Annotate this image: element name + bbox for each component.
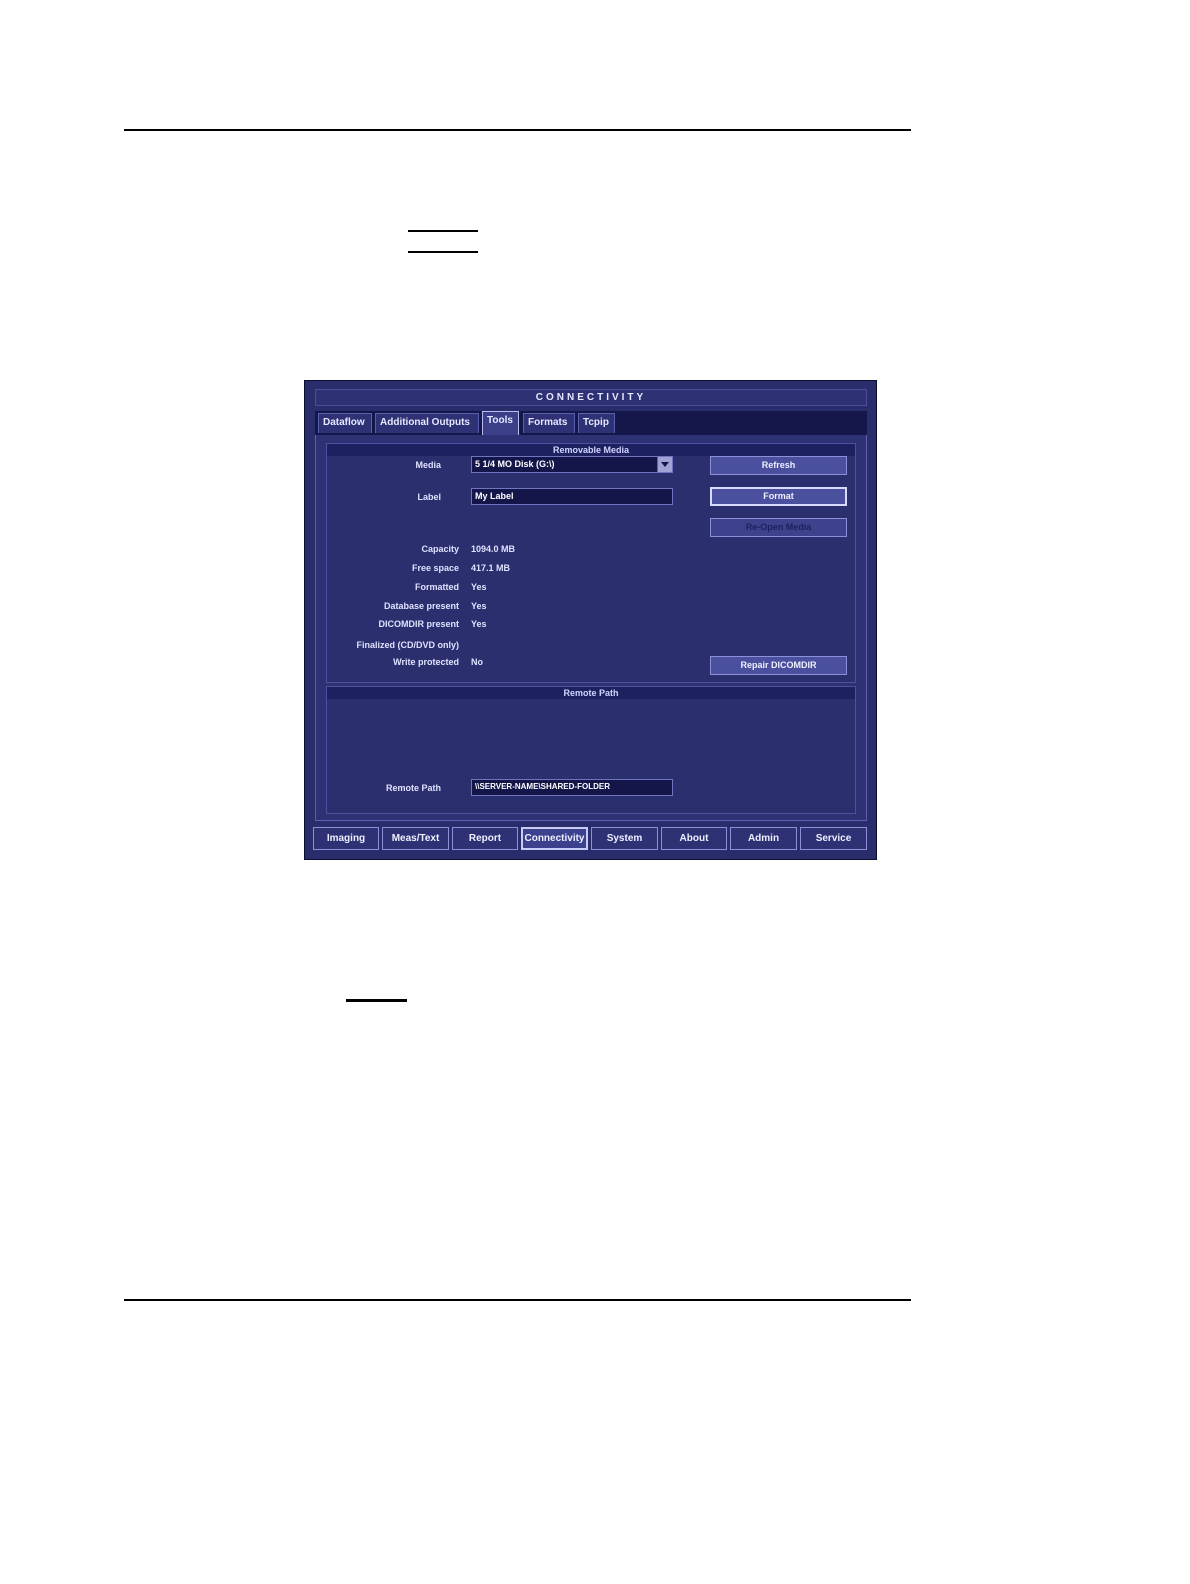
connectivity-screenshot: CONNECTIVITY Dataflow Additional Outputs… bbox=[304, 380, 877, 860]
tab-tools[interactable]: Tools bbox=[482, 411, 519, 435]
tab-strip: Dataflow Additional Outputs Tools Format… bbox=[315, 411, 867, 435]
media-dropdown[interactable]: 5 1/4 MO Disk (G:\) bbox=[471, 456, 673, 473]
chevron-down-icon[interactable] bbox=[657, 457, 672, 472]
remote-path-input[interactable]: \\SERVER-NAME\SHARED-FOLDER bbox=[471, 779, 673, 796]
info-value: 1094.0 MB bbox=[471, 544, 516, 554]
nav-about[interactable]: About bbox=[661, 827, 727, 850]
info-label: Write protected bbox=[393, 657, 459, 667]
repair-dicomdir-button[interactable]: Repair DICOMDIR bbox=[710, 656, 847, 675]
refresh-button[interactable]: Refresh bbox=[710, 456, 847, 475]
underline-mark-1 bbox=[408, 230, 478, 232]
removable-media-group: Removable Media Media 5 1/4 MO Disk (G:\… bbox=[326, 443, 856, 683]
info-value: No bbox=[471, 657, 483, 667]
info-label: DICOMDIR present bbox=[378, 619, 459, 629]
tab-formats[interactable]: Formats bbox=[523, 413, 575, 433]
tab-dataflow[interactable]: Dataflow bbox=[318, 413, 372, 433]
tab-tcpip[interactable]: Tcpip bbox=[578, 413, 615, 433]
remote-path-heading: Remote Path bbox=[327, 687, 855, 699]
nav-connectivity[interactable]: Connectivity bbox=[521, 827, 588, 850]
window-title: CONNECTIVITY bbox=[315, 389, 867, 406]
remote-path-label: Remote Path bbox=[385, 783, 441, 793]
nav-report[interactable]: Report bbox=[452, 827, 518, 850]
info-value: Yes bbox=[471, 582, 487, 592]
info-value: Yes bbox=[471, 619, 487, 629]
underline-mark-3 bbox=[346, 999, 407, 1002]
remote-path-group: Remote Path Remote Path \\SERVER-NAME\SH… bbox=[326, 686, 856, 814]
media-label: Media bbox=[415, 460, 441, 470]
nav-imaging[interactable]: Imaging bbox=[313, 827, 379, 850]
info-value: 417.1 MB bbox=[471, 563, 511, 573]
info-label: Finalized (CD/DVD only) bbox=[356, 640, 459, 650]
tools-panel: Removable Media Media 5 1/4 MO Disk (G:\… bbox=[315, 435, 867, 821]
underline-mark-2 bbox=[408, 251, 478, 253]
nav-admin[interactable]: Admin bbox=[730, 827, 797, 850]
nav-service[interactable]: Service bbox=[800, 827, 867, 850]
header-rule bbox=[124, 129, 911, 131]
info-label: Formatted bbox=[414, 582, 459, 592]
removable-media-heading: Removable Media bbox=[327, 444, 855, 456]
label-label: Label bbox=[417, 492, 441, 502]
info-value: Yes bbox=[471, 601, 487, 611]
media-dropdown-value: 5 1/4 MO Disk (G:\) bbox=[475, 459, 555, 469]
nav-system[interactable]: System bbox=[591, 827, 658, 850]
label-input[interactable]: My Label bbox=[471, 488, 673, 505]
footer-rule bbox=[124, 1299, 911, 1301]
format-button[interactable]: Format bbox=[710, 487, 847, 506]
info-label: Database present bbox=[383, 601, 459, 611]
tab-additional-outputs[interactable]: Additional Outputs bbox=[375, 413, 479, 433]
nav-meas-text[interactable]: Meas/Text bbox=[382, 827, 449, 850]
reopen-media-button[interactable]: Re-Open Media bbox=[710, 518, 847, 537]
info-label: Capacity bbox=[421, 544, 459, 554]
info-label: Free space bbox=[411, 563, 459, 573]
